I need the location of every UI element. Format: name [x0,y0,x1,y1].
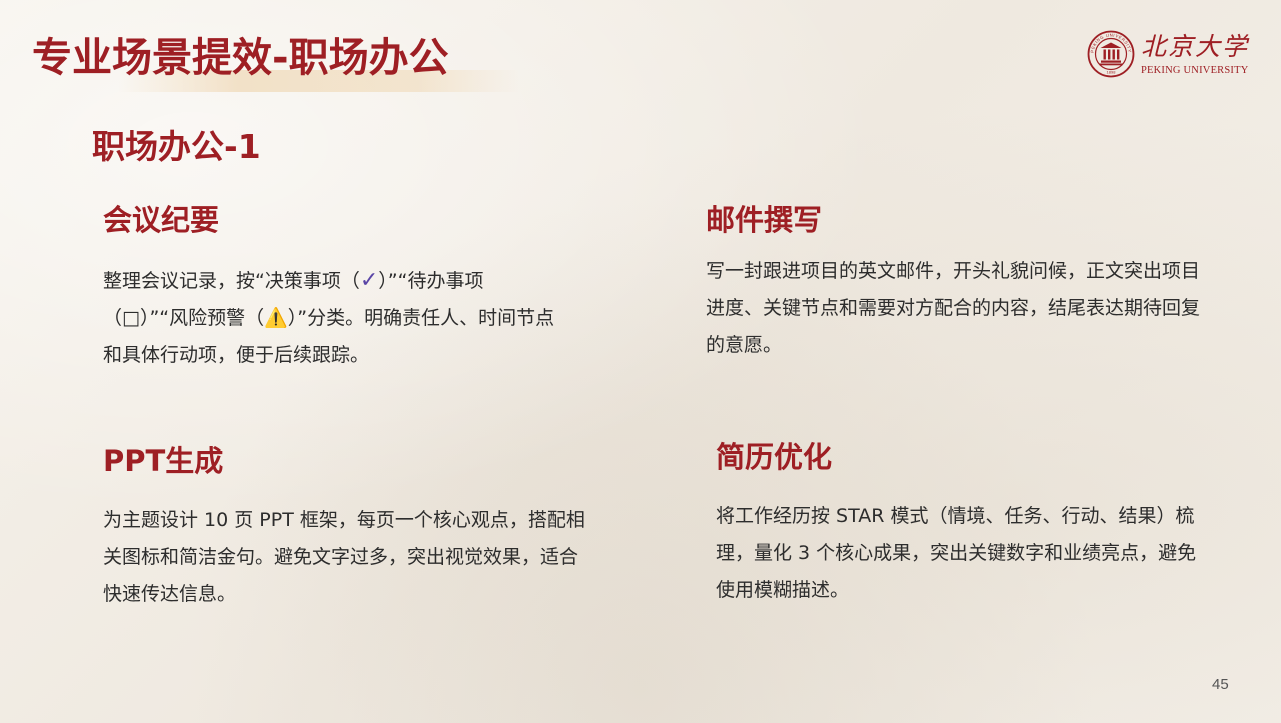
peking-university-seal-icon: PEKING UNIVERSITY 1898 [1087,30,1135,78]
card-body-email-writing: 写一封跟进项目的英文邮件，开头礼貌问候，正文突出项目进度、关键节点和需要对方配合… [706,260,1201,356]
meeting-text-before: 整理会议记录，按“决策事项（ [103,270,360,292]
card-body-ppt-generation: 为主题设计 10 页 PPT 框架，每页一个核心观点，搭配相关图标和简洁金句。避… [103,509,585,605]
card-body-resume-optimization: 将工作经历按 STAR 模式（情境、任务、行动、结果）梳理，量化 3 个核心成果… [716,505,1197,601]
seal-year: 1898 [1107,70,1117,75]
card-title-resume-optimization: 简历优化 [716,440,833,474]
check-mark-icon: ✓ [359,268,379,293]
section-heading: 职场办公-1 [92,127,261,166]
card-title-meeting-minutes: 会议纪要 [103,203,220,237]
slide-title: 专业场景提效-职场办公 [32,35,449,81]
card-title-email-writing: 邮件撰写 [706,203,823,237]
university-name-en: PEKING UNIVERSITY [1141,65,1249,76]
university-name-cn: 北京大学 [1141,32,1250,61]
card-title-ppt-generation: PPT生成 [103,444,224,478]
page-number: 45 [1212,676,1229,693]
card-body-meeting-minutes: 整理会议记录，按“决策事项（✓）”“待办事项（□）”“风险预警（⚠️）”分类。明… [103,262,565,374]
university-logo: PEKING UNIVERSITY 1898 北京大学 PEKING UNIVE… [1087,30,1257,82]
